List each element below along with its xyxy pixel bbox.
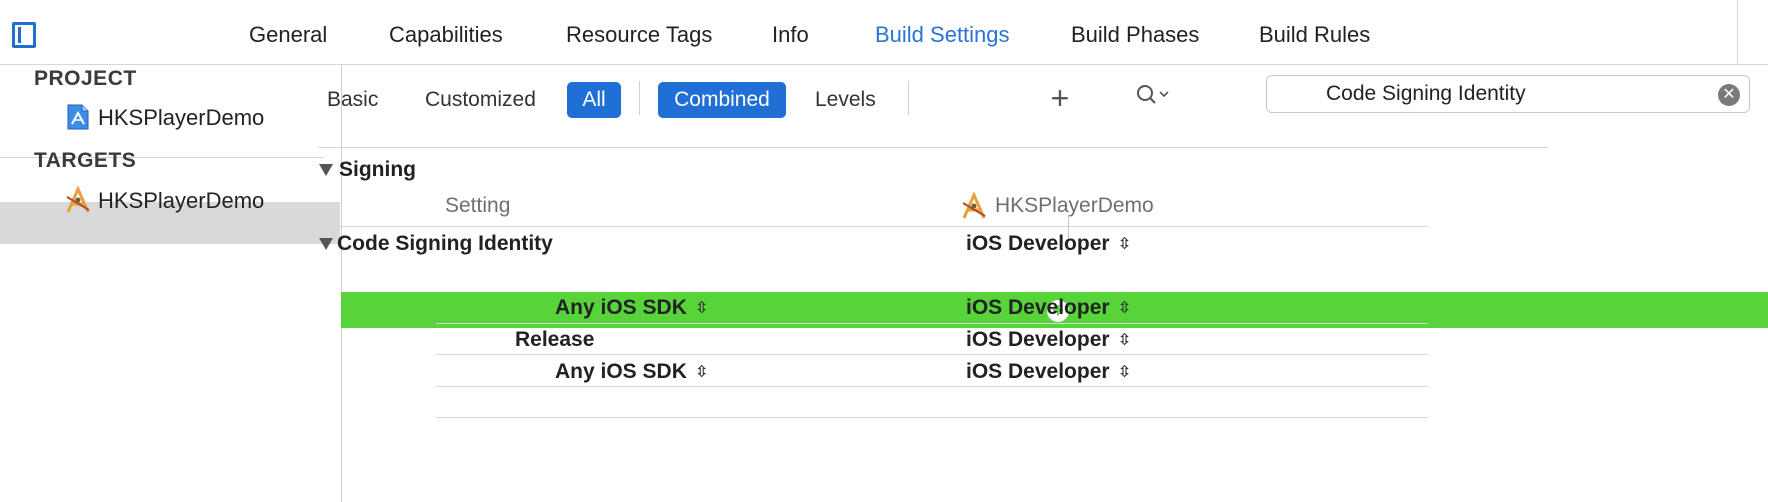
filter-separator	[639, 81, 640, 115]
value-text: iOS Developer	[966, 360, 1110, 383]
clear-circle-icon[interactable]: ✕	[1718, 84, 1740, 106]
app-target-icon	[960, 191, 988, 220]
section-title-signing: Signing	[339, 158, 416, 181]
code-signing-disclosure-triangle-icon[interactable]	[319, 238, 333, 250]
filter-basic[interactable]: Basic	[327, 82, 378, 118]
code-signing-identity-value[interactable]: iOS Developer ⇳	[966, 232, 1131, 256]
topbar-divider	[1737, 0, 1738, 64]
up-down-arrows-icon: ⇳	[1117, 268, 1131, 285]
value-text: iOS Developer	[966, 296, 1110, 319]
tab-build-rules[interactable]: Build Rules	[1259, 22, 1370, 48]
header-row-divider	[318, 226, 1428, 227]
app-target-icon	[64, 185, 92, 214]
sdk-label: Any iOS SDK	[555, 360, 687, 383]
sidebar-project-item[interactable]: HKSPlayerDemo	[98, 105, 264, 131]
debug-value[interactable]: iOS Developer ⇳	[966, 264, 1131, 288]
magnifier-icon[interactable]	[1136, 84, 1170, 106]
tab-general[interactable]: General	[249, 22, 327, 48]
row-divider	[436, 323, 1428, 324]
release-sdk-selector[interactable]: Any iOS SDK ⇳	[555, 360, 708, 384]
targets-section-header: TARGETS	[34, 149, 137, 172]
up-down-arrows-icon: ⇳	[694, 300, 709, 317]
up-down-arrows-icon: ⇳	[694, 364, 709, 381]
filter-all[interactable]: All	[567, 82, 621, 118]
content-divider	[318, 147, 1548, 148]
up-down-arrows-icon: ⇳	[1117, 332, 1131, 349]
search-input[interactable]	[1326, 79, 1696, 109]
value-text: iOS Developer	[966, 264, 1110, 287]
debug-sdk-selector[interactable]: Any iOS SDK ⇳	[555, 296, 708, 320]
setting-debug: Debug	[515, 264, 581, 287]
filter-separator	[908, 81, 909, 115]
row-divider	[436, 354, 1428, 355]
release-value[interactable]: iOS Developer ⇳	[966, 328, 1131, 352]
value-text: iOS Developer	[966, 328, 1110, 351]
sdk-label: Any iOS SDK	[555, 296, 687, 319]
tab-build-settings[interactable]: Build Settings	[875, 22, 1010, 48]
tab-capabilities[interactable]: Capabilities	[389, 22, 503, 48]
row-divider	[436, 417, 1428, 418]
tab-build-phases[interactable]: Build Phases	[1071, 22, 1199, 48]
add-setting-button[interactable]: +	[1045, 80, 1075, 116]
filter-customized[interactable]: Customized	[425, 82, 536, 118]
project-section-header: PROJECT	[34, 67, 137, 90]
debug-sdk-value[interactable]: iOS Developer ⇳	[966, 296, 1131, 320]
setting-release: Release	[515, 328, 595, 351]
column-header-setting: Setting	[445, 194, 511, 217]
release-sdk-value[interactable]: iOS Developer ⇳	[966, 360, 1131, 384]
signing-disclosure-triangle-icon[interactable]	[319, 164, 333, 176]
tab-info[interactable]: Info	[772, 22, 809, 48]
up-down-arrows-icon: ⇳	[1117, 300, 1131, 317]
setting-code-signing-identity: Code Signing Identity	[337, 232, 553, 255]
filter-combined[interactable]: Combined	[658, 82, 786, 118]
tab-resource-tags[interactable]: Resource Tags	[566, 22, 712, 48]
value-text: iOS Developer	[966, 232, 1110, 255]
sidebar-target-item[interactable]: HKSPlayerDemo	[98, 188, 264, 214]
filter-levels[interactable]: Levels	[815, 82, 876, 118]
up-down-arrows-icon: ⇳	[1117, 236, 1131, 253]
row-divider	[436, 386, 1428, 387]
xcode-project-icon	[66, 104, 90, 130]
sidebar-toggle-icon[interactable]	[12, 22, 36, 48]
up-down-arrows-icon: ⇳	[1117, 364, 1131, 381]
column-header-target: HKSPlayerDemo	[995, 194, 1154, 217]
